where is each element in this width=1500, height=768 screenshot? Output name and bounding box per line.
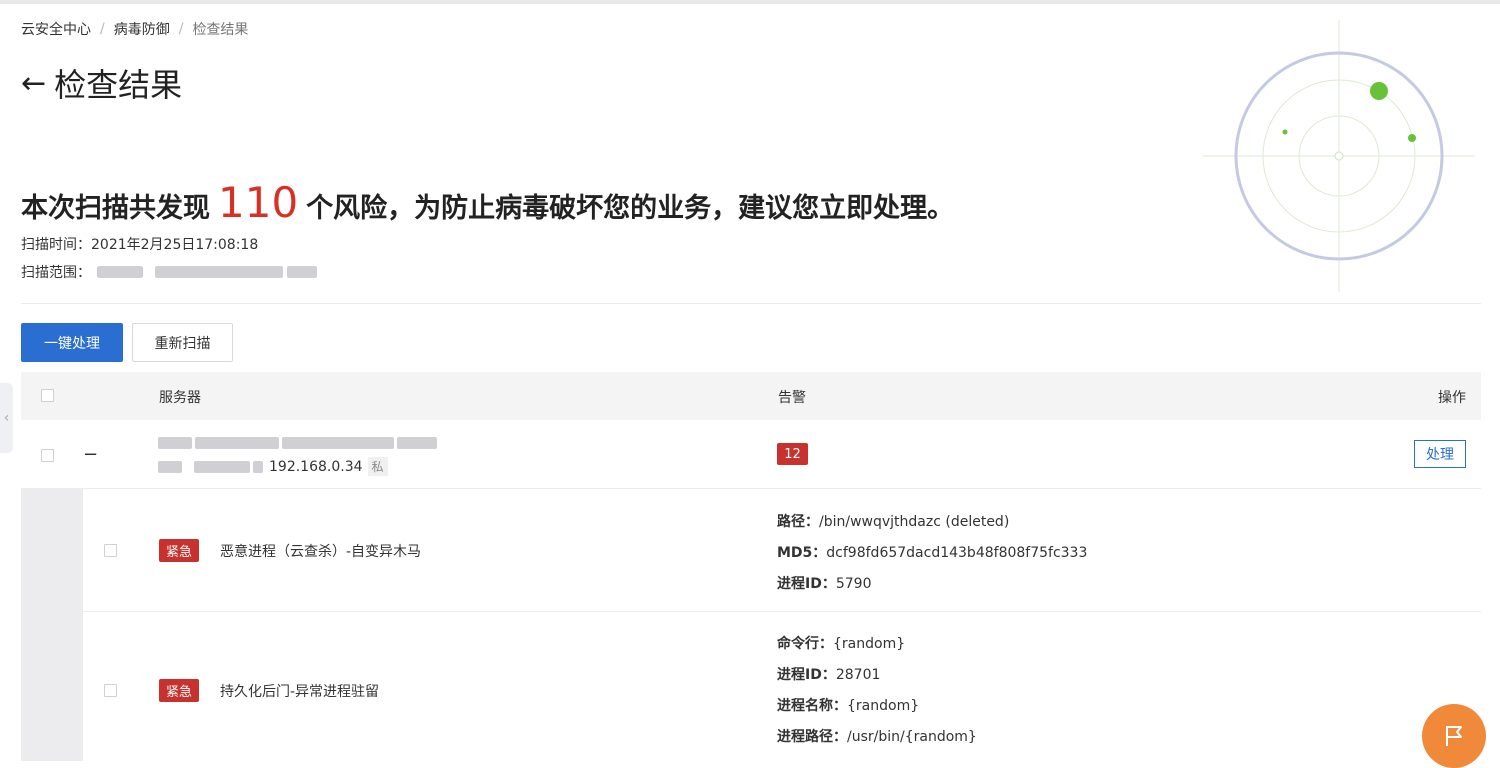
top-bar-line: [0, 0, 1500, 4]
alert-detail-md5: MD5：dcf98fd657dacd143b48f808f75fc333: [777, 545, 1088, 561]
redacted-text: [158, 437, 192, 449]
rescan-button[interactable]: 重新扫描: [132, 323, 233, 362]
redacted-text: [158, 460, 182, 473]
scan-time-value: 2021年2月25日17:08:18: [91, 237, 259, 253]
alert-detail-process-path: 进程路径：/usr/bin/{random}: [777, 729, 977, 745]
redacted-text: [155, 266, 283, 278]
flag-icon[interactable]: [1422, 704, 1486, 768]
summary-prefix: 本次扫描共发现: [21, 193, 210, 224]
column-header-server: 服务器: [159, 390, 201, 406]
breadcrumb-separator: /: [100, 21, 105, 37]
radar-scan-icon: [1203, 20, 1475, 292]
severity-badge: 紧急: [159, 679, 200, 702]
breadcrumb-link-virus-defense[interactable]: 病毒防御: [114, 19, 170, 39]
redacted-text: [97, 266, 143, 278]
summary-suffix: 个风险，为防止病毒破坏您的业务，建议您立即处理。: [306, 193, 955, 224]
redacted-text: [287, 266, 317, 278]
scan-time-label: 扫描时间：: [21, 237, 91, 253]
alert-detail-path: 路径：/bin/wwqvjthdazc (deleted): [777, 514, 1010, 530]
alert-name: 持久化后门-异常进程驻留: [220, 684, 380, 700]
scan-scope: 扫描范围：: [21, 262, 317, 282]
table-row-server: − 192.168.0.34 私 12 处理: [21, 421, 1481, 489]
alert-count-badge: 12: [777, 443, 808, 465]
row-checkbox[interactable]: [104, 544, 117, 557]
alert-detail-process-name: 进程名称：{random}: [777, 698, 920, 714]
breadcrumb-link-cloud-security[interactable]: 云安全中心: [21, 19, 91, 39]
handle-button[interactable]: 处理: [1414, 440, 1466, 468]
ip-type-tag: 私: [367, 457, 388, 476]
server-ip-line: 192.168.0.34 私: [158, 457, 388, 476]
section-divider: [21, 303, 1481, 304]
alert-detail-pid: 进程ID：28701: [777, 667, 881, 683]
redacted-text: [282, 437, 394, 449]
table-row-alert: 紧急 持久化后门-异常进程驻留 命令行：{random} 进程ID：28701 …: [83, 612, 1481, 761]
row-checkbox[interactable]: [104, 684, 117, 697]
risk-count: 110: [218, 178, 299, 227]
breadcrumb-separator: /: [178, 21, 184, 37]
one-click-handle-button[interactable]: 一键处理: [21, 323, 123, 362]
breadcrumb: 云安全中心 / 病毒防御 / 检查结果: [21, 19, 248, 39]
flag-icon-glyph: [1446, 726, 1462, 746]
scan-summary: 本次扫描共发现 110 个风险，为防止病毒破坏您的业务，建议您立即处理。: [21, 178, 954, 227]
redacted-text: [194, 460, 250, 473]
server-name-redacted: [158, 437, 437, 451]
severity-badge: 紧急: [159, 539, 200, 562]
page-title-row: ← 检查结果: [21, 60, 182, 106]
column-header-operation: 操作: [1438, 390, 1466, 406]
arrow-left-icon[interactable]: ←: [21, 66, 46, 101]
scan-scope-label: 扫描范围：: [21, 265, 91, 281]
server-ip: 192.168.0.34: [269, 458, 363, 475]
redacted-text: [397, 437, 437, 449]
table-row-alert: 紧急 恶意进程（云查杀）-自变异木马 路径：/bin/wwqvjthdazc (…: [83, 489, 1481, 612]
alert-detail-cmdline: 命令行：{random}: [777, 636, 906, 652]
alert-detail-pid: 进程ID：5790: [777, 576, 872, 592]
breadcrumb-current: 检查结果: [192, 22, 249, 38]
column-header-alert: 告警: [778, 390, 806, 406]
expanded-indent-band: [21, 489, 83, 761]
alert-name: 恶意进程（云查杀）-自变异木马: [220, 544, 422, 560]
redacted-text: [195, 437, 279, 449]
chevron-left-icon[interactable]: ‹: [0, 383, 13, 453]
select-all-checkbox[interactable]: [41, 389, 54, 402]
redacted-text: [253, 460, 263, 473]
row-checkbox[interactable]: [41, 449, 54, 462]
collapse-icon[interactable]: −: [83, 444, 98, 465]
page-title: 检查结果: [54, 66, 183, 104]
scan-time: 扫描时间：2021年2月25日17:08:18: [21, 234, 258, 254]
table-header: 服务器 告警 操作: [21, 372, 1481, 420]
